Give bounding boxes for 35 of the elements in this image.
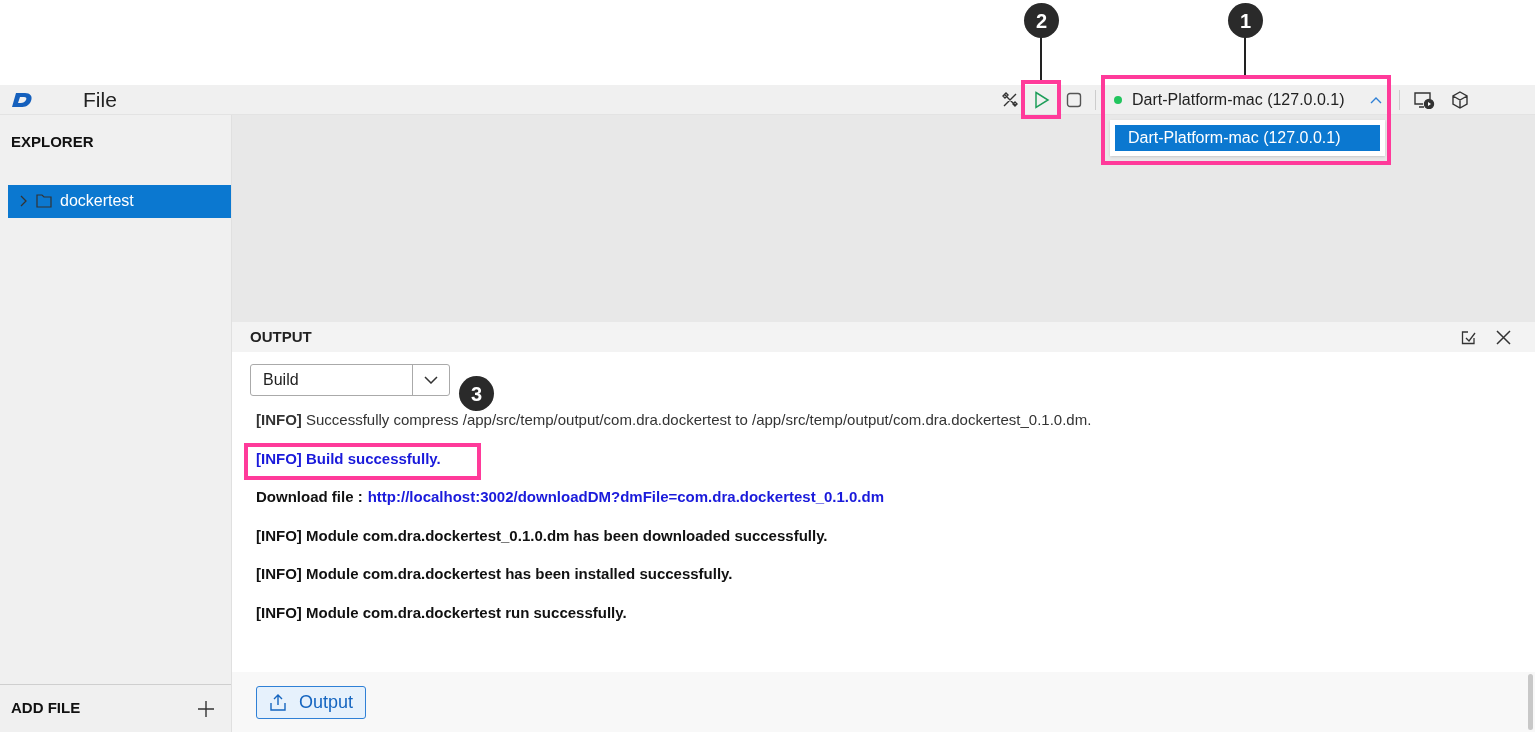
highlight-frame (1021, 80, 1061, 119)
folder-icon (36, 194, 52, 208)
scrollbar[interactable] (1528, 674, 1533, 730)
monitor-play-icon[interactable] (1413, 90, 1435, 109)
stop-icon[interactable] (1066, 91, 1082, 108)
tree-item[interactable]: dockertest (8, 184, 231, 218)
chevron-down-icon (424, 376, 438, 384)
close-icon[interactable] (1496, 329, 1511, 345)
upload-icon (269, 693, 287, 711)
callout-number: 1 (1228, 3, 1263, 38)
log-line: [INFO] Module com.dra.dockertest run successfully. (256, 602, 627, 623)
device-selector[interactable]: Dart-Platform-mac (127.0.0.1) (1114, 87, 1382, 112)
log-line: [INFO] Successfully compress /app/src/temp/output/com.dra.dockertest to /app/src/temp/output/com.dra.dockertest_0.1.0.dm. (256, 410, 1092, 430)
log-line: [INFO] Build successfully. (256, 448, 441, 469)
cube-icon[interactable] (1451, 90, 1469, 109)
leader-line (1244, 37, 1246, 75)
logo-icon (12, 91, 34, 108)
log-line: Download file : (256, 487, 363, 507)
channel-dropdown[interactable]: Build (250, 364, 450, 396)
sidebar-footer-label: ADD FILE (11, 698, 81, 719)
chevron-right-icon (20, 195, 28, 207)
edit-icon[interactable] (1461, 329, 1476, 345)
add-icon[interactable] (197, 699, 215, 718)
download-link[interactable]: http://localhost:3002/downloadDM?dmFile=com.dra.dockertest_0.1.0.dm (367, 486, 885, 509)
output-button[interactable]: Output (256, 685, 367, 719)
log-line: [INFO] Module com.dra.dockertest_0.1.0.dm has been downloaded successfully. (256, 525, 828, 546)
sidebar-title: EXPLORER (11, 132, 94, 152)
run-icon[interactable] (1034, 90, 1050, 109)
device-option[interactable]: Dart-Platform-mac (127.0.0.1) (1115, 125, 1380, 151)
log-line: [INFO] Module com.dra.dockertest has been installed successfully. (256, 564, 733, 584)
leader-line (1040, 37, 1042, 80)
panel-title: OUTPUT (250, 326, 312, 347)
tools-icon[interactable] (1001, 90, 1019, 109)
callout-number: 2 (1024, 3, 1059, 38)
file-menu[interactable]: File (83, 83, 117, 116)
